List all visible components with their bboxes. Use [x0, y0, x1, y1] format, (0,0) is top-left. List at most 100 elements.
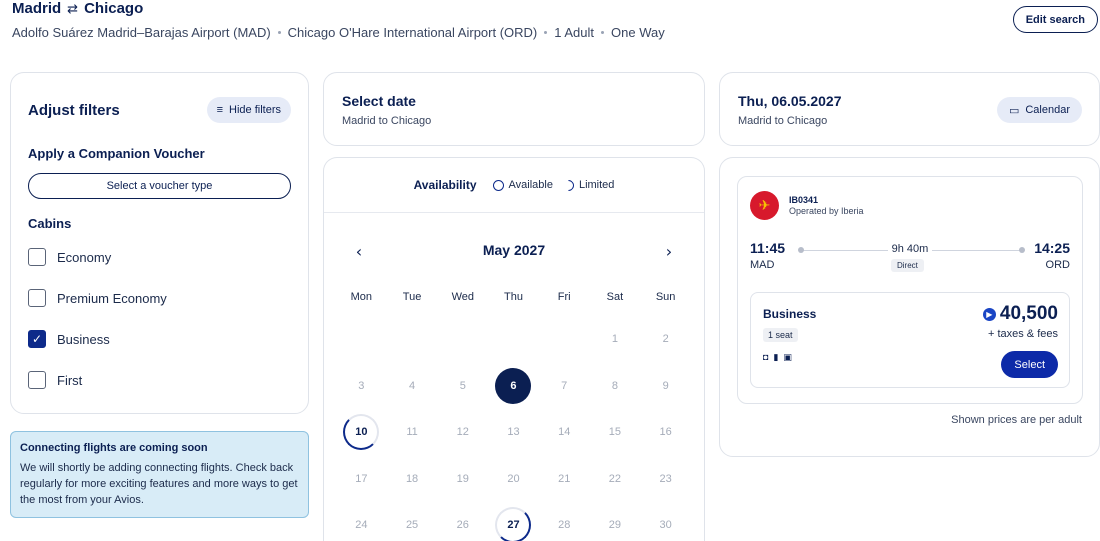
calendar-day[interactable]: 20: [488, 456, 539, 503]
month-label: May 2027: [482, 242, 546, 258]
flight-duration: 9h 40m: [738, 243, 1082, 255]
voucher-type-button[interactable]: Select a voucher type: [28, 173, 291, 199]
day-number: 11: [406, 426, 418, 439]
calendar-day[interactable]: 7: [539, 363, 590, 410]
day-number: 4: [409, 379, 416, 392]
calendar-day[interactable]: 15: [590, 409, 641, 456]
calendar-day[interactable]: 2: [640, 316, 691, 363]
flight-card: ✈ IB0341 Operated by Iberia 11:45 MAD 9h…: [737, 176, 1083, 404]
weekday-label: Tue: [402, 291, 422, 303]
calendar-day[interactable]: 17: [336, 456, 387, 503]
calendar-panel: Availability Available Limited ‹ May 202…: [323, 157, 705, 541]
weekday-label: Fri: [557, 291, 571, 303]
calendar-day[interactable]: 16: [640, 409, 691, 456]
legend-limited: Limited: [560, 177, 614, 193]
checkbox[interactable]: [28, 371, 46, 389]
calendar-empty-cell: [539, 316, 590, 363]
legend-available: Available: [492, 179, 553, 191]
day-number: [546, 321, 582, 357]
calendar-day[interactable]: 8: [590, 363, 641, 410]
calendar-day[interactable]: 9: [640, 363, 691, 410]
calendar-day[interactable]: 23: [640, 456, 691, 503]
calendar-button[interactable]: ▭ Calendar: [996, 97, 1082, 123]
checkbox-checked[interactable]: ✓: [28, 330, 46, 348]
day-number: 13: [507, 426, 520, 439]
checkbox[interactable]: [28, 289, 46, 307]
calendar-day[interactable]: 27: [488, 502, 539, 541]
calendar-day[interactable]: 18: [387, 456, 438, 503]
passenger-count: 1 Adult: [554, 25, 595, 40]
calendar-icon: ▭: [1008, 104, 1020, 117]
day-number: 5: [459, 379, 466, 392]
calendar-grid: 1 2 3 4 5 6 7 8 9 10 11 12 13 14 15 16 17 18 19 20 21 22 23 24 2…: [336, 316, 691, 541]
calendar-day[interactable]: 13: [488, 409, 539, 456]
connecting-flights-notice: Connecting flights are coming soon We wi…: [10, 431, 309, 518]
select-fare-button[interactable]: Select: [1001, 351, 1058, 378]
day-number: 27: [495, 507, 532, 541]
edit-search-button[interactable]: Edit search: [1012, 6, 1098, 33]
hide-filters-button[interactable]: ≡ Hide filters: [206, 97, 291, 123]
day-number: 3: [358, 379, 365, 392]
calendar-day[interactable]: 30: [640, 502, 691, 541]
next-month-button[interactable]: ›: [658, 240, 680, 262]
calendar-day[interactable]: 29: [590, 502, 641, 541]
cabin-option-economy[interactable]: Economy: [28, 248, 111, 266]
separator-dot: [601, 31, 605, 34]
calendar-day[interactable]: 12: [437, 409, 488, 456]
calendar-day[interactable]: 11: [387, 409, 438, 456]
calendar-day[interactable]: 26: [437, 502, 488, 541]
suitcase-icon: ▮: [773, 352, 779, 362]
cabin-option-first[interactable]: First: [28, 371, 82, 389]
cabin-label: First: [57, 372, 83, 388]
calendar-day[interactable]: 4: [387, 363, 438, 410]
calendar-day[interactable]: 21: [539, 456, 590, 503]
calendar-day[interactable]: 14: [539, 409, 590, 456]
fare-option: Business 1 seat ◘ ▮ ▣ ▶ 40,500 + taxes &…: [750, 292, 1070, 388]
selected-date-subtitle: Madrid to Chicago: [738, 115, 828, 127]
calendar-day[interactable]: 6: [488, 363, 539, 410]
calendar-day[interactable]: 24: [336, 502, 387, 541]
day-number: 16: [659, 426, 672, 439]
cabin-option-business[interactable]: ✓ Business: [28, 330, 110, 348]
calendar-day[interactable]: 25: [387, 502, 438, 541]
select-date-title: Select date: [342, 93, 416, 109]
day-number: 10: [343, 414, 380, 451]
weekday-label: Thu: [504, 291, 523, 303]
avios-price: ▶ 40,500: [982, 303, 1058, 325]
stops-badge: Direct: [891, 259, 924, 272]
select-date-subtitle: Madrid to Chicago: [342, 115, 432, 127]
search-header: Madrid ⇄ Chicago Adolfo Suárez Madrid–Ba…: [12, 0, 1098, 60]
calendar-day[interactable]: 19: [437, 456, 488, 503]
filters-title: Adjust filters: [28, 102, 120, 119]
legend-available-label: Available: [508, 179, 553, 191]
taxes-note: + taxes & fees: [987, 328, 1058, 340]
day-number: 8: [611, 379, 618, 392]
select-date-card: Select date Madrid to Chicago: [323, 72, 705, 146]
day-number: 1: [611, 333, 618, 346]
trip-type: One Way: [611, 25, 665, 40]
separator-dot: [277, 31, 281, 34]
checkbox[interactable]: [28, 248, 46, 266]
flight-results-panel: ✈ IB0341 Operated by Iberia 11:45 MAD 9h…: [719, 157, 1100, 457]
price-value: 40,500: [999, 303, 1058, 324]
route-title: Madrid ⇄ Chicago: [12, 0, 143, 17]
arrival-time: 14:25: [1034, 240, 1070, 256]
calendar-day[interactable]: 10: [336, 409, 387, 456]
availability-label: Availability: [413, 178, 477, 192]
arrival-airport-code: ORD: [1045, 259, 1070, 271]
fare-cabin: Business: [763, 307, 817, 321]
origin-airport: Adolfo Suárez Madrid–Barajas Airport (MA…: [12, 25, 271, 40]
calendar-day[interactable]: 3: [336, 363, 387, 410]
day-number: [445, 321, 481, 357]
day-number: 25: [405, 519, 419, 532]
notice-title: Connecting flights are coming soon: [20, 442, 208, 454]
calendar-day[interactable]: 22: [590, 456, 641, 503]
cabin-option-premium-economy[interactable]: Premium Economy: [28, 289, 167, 307]
calendar-day[interactable]: 1: [590, 316, 641, 363]
notice-body: We will shortly be adding connecting fli…: [20, 462, 298, 506]
calendar-day[interactable]: 5: [437, 363, 488, 410]
weekday-label: Sun: [655, 291, 676, 303]
day-number: [343, 321, 379, 357]
available-circle-icon: [492, 179, 504, 191]
calendar-day[interactable]: 28: [539, 502, 590, 541]
